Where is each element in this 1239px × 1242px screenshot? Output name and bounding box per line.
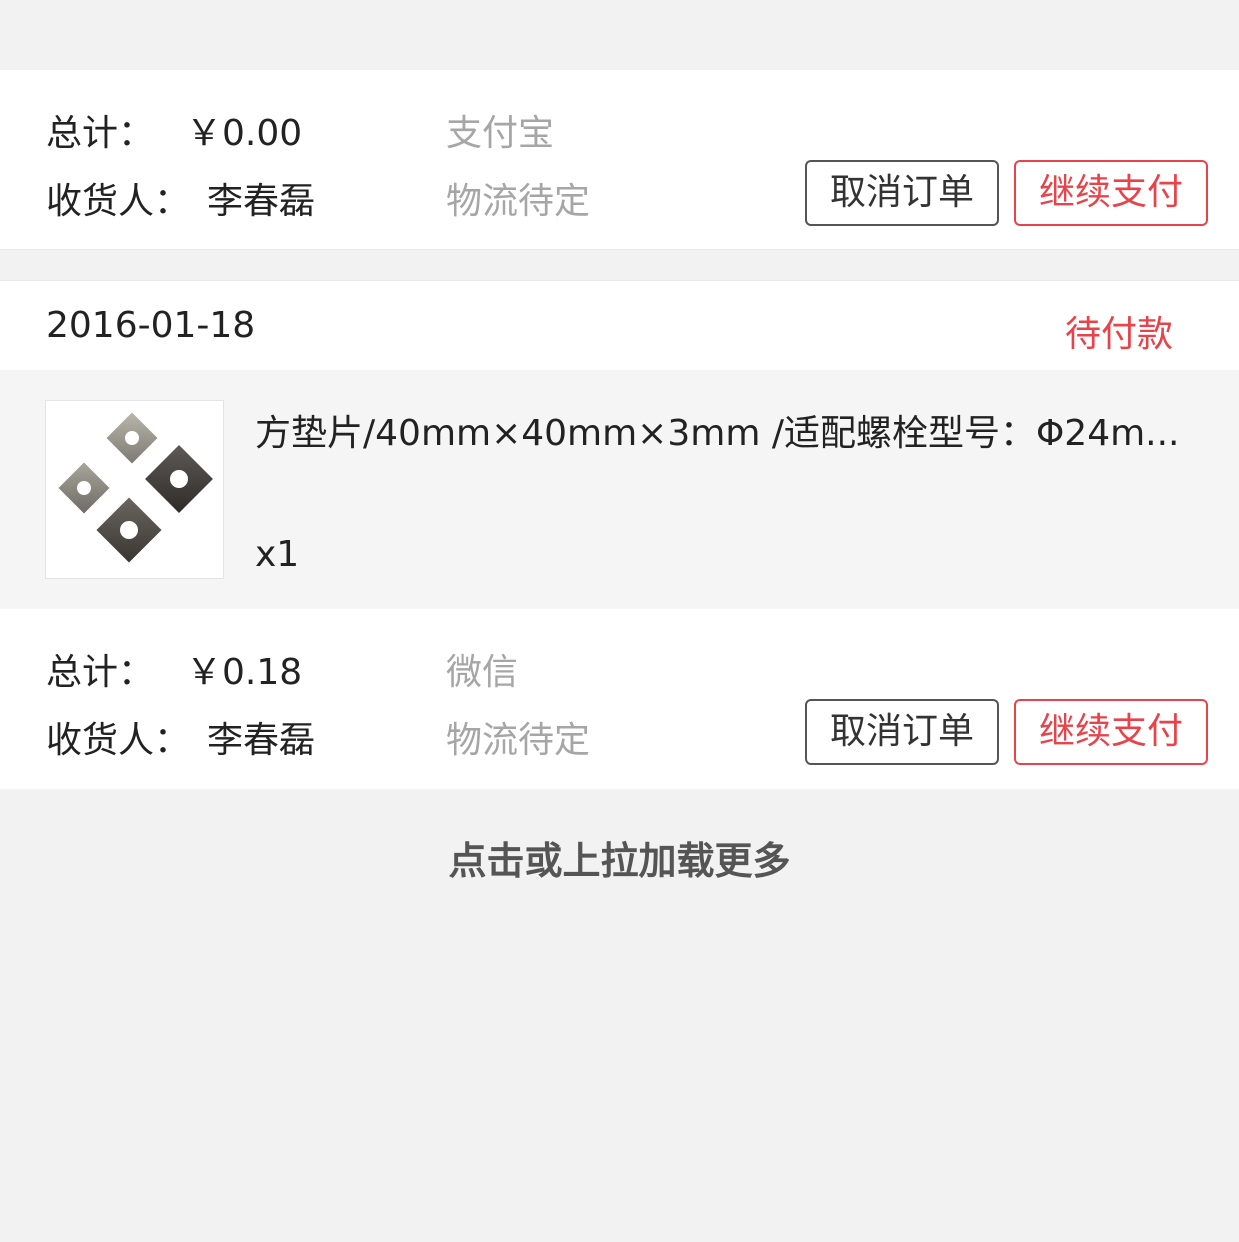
recipient-label: 收货人：: [46, 720, 191, 761]
order-footer: 总计： ￥0.18 微信 收货人： 李春磊 物流待定 取消订单 继续支付: [0, 609, 1239, 789]
payment-method: 微信: [446, 652, 519, 693]
total-label: 总计：: [46, 652, 155, 693]
recipient-name: 李春磊: [207, 720, 316, 761]
product-item[interactable]: 方垫片/40mm×40mm×3mm /适配螺栓型号：Φ24m... x1: [0, 370, 1239, 609]
cancel-order-button[interactable]: 取消订单: [805, 699, 999, 765]
product-quantity: x1: [255, 534, 300, 575]
order-date: 2016-01-18: [46, 305, 256, 346]
order-footer: 总计： ￥0.00 支付宝 收货人： 李春磊 物流待定 取消订单 继续支付: [0, 70, 1239, 250]
load-more-button[interactable]: 点击或上拉加载更多: [0, 830, 1239, 885]
recipient-label: 收货人：: [46, 181, 191, 222]
payment-method: 支付宝: [446, 113, 555, 154]
recipient-name: 李春磊: [207, 181, 316, 222]
order-list-page: 总计： ￥0.00 支付宝 收货人： 李春磊 物流待定 取消订单 继续支付 20…: [0, 0, 1239, 1242]
total-label: 总计：: [46, 113, 155, 154]
continue-pay-button[interactable]: 继续支付: [1014, 699, 1208, 765]
washer-image: [58, 412, 213, 563]
logistics-status: 物流待定: [446, 720, 591, 761]
order-status: 待付款: [1064, 314, 1173, 355]
logistics-status: 物流待定: [446, 181, 591, 222]
continue-pay-button[interactable]: 继续支付: [1014, 160, 1208, 226]
product-title: 方垫片/40mm×40mm×3mm /适配螺栓型号：Φ24m...: [255, 413, 1180, 454]
order-header: 2016-01-18 待付款: [0, 280, 1239, 370]
total-value: ￥0.00: [186, 113, 303, 154]
cancel-order-button[interactable]: 取消订单: [805, 160, 999, 226]
total-value: ￥0.18: [186, 652, 303, 693]
product-thumbnail: [45, 400, 224, 579]
